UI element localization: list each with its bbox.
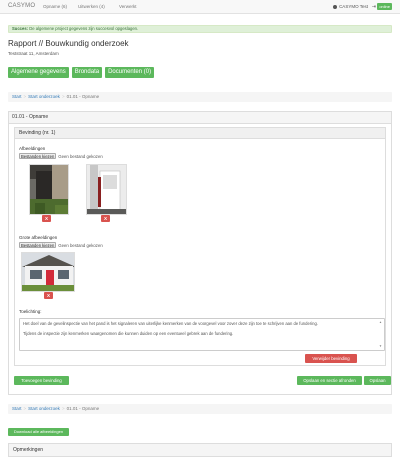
large-images-file-input[interactable]: Bestanden kiezen Geen bestand gekozen xyxy=(19,242,103,248)
remove-finding-button[interactable]: Verwijder bevinding xyxy=(305,354,357,363)
breadcrumb-start-onderzoek[interactable]: Start onderzoek xyxy=(28,406,60,411)
alert-message: De algemene project gegevens zijn succes… xyxy=(28,26,139,31)
explanation-paragraph-1: Het doel van de gevelinspectie van het p… xyxy=(23,321,318,326)
breadcrumb-start-onderzoek[interactable]: Start onderzoek xyxy=(28,94,60,99)
large-images-label: Grote afbeeldingen xyxy=(19,235,58,240)
breadcrumb-start[interactable]: Start xyxy=(12,94,22,99)
explanation-textarea[interactable]: Het doel van de gevelinspectie van het p… xyxy=(19,318,385,351)
images-label: Afbeeldingen xyxy=(19,146,46,151)
remarks-title: Opmerkingen xyxy=(13,447,44,453)
scroll-up-icon[interactable]: ▲ xyxy=(379,320,382,326)
user-menu[interactable]: CASYMO Test xyxy=(333,4,368,9)
house-photo xyxy=(22,253,74,291)
tab-brondata[interactable]: Brondata xyxy=(71,67,103,78)
breadcrumb-bottom: Start > Start onderzoek >01.01 - Opname xyxy=(8,404,392,414)
nav-link-uitwerken[interactable]: Uitwerken (4) xyxy=(78,4,105,9)
breadcrumb-current: 01.01 - Opname xyxy=(66,406,100,411)
breadcrumb: Start > Start onderzoek >01.01 - Opname xyxy=(8,92,392,102)
explanation-label: Toelichting: xyxy=(19,309,42,314)
top-navbar: CASYMO Opname (6) Uitwerken (4) Verwerkt… xyxy=(0,0,400,14)
project-address: Teststraat 11, Amsterdam xyxy=(8,51,59,56)
breadcrumb-start[interactable]: Start xyxy=(12,406,22,411)
save-and-finish-button[interactable]: Opslaan en sectie afronden xyxy=(297,376,362,385)
explanation-paragraph-2: Tijdens de inspectie zijn kenmerken waar… xyxy=(23,330,234,336)
large-images-no-file: Geen bestand gekozen xyxy=(58,242,103,248)
add-finding-button[interactable]: Toevoegen bevinding xyxy=(14,376,69,385)
large-images-choose-button[interactable]: Bestanden kiezen xyxy=(19,242,57,248)
breadcrumb-current: 01.01 - Opname xyxy=(66,94,100,99)
image-thumbnail[interactable] xyxy=(29,164,69,215)
delete-image-button[interactable]: X xyxy=(42,215,51,222)
tab-algemene-gegevens[interactable]: Algemene gegevens xyxy=(8,67,69,78)
page-title: Rapport // Bouwkundig onderzoek xyxy=(8,39,129,48)
report-tabs: Algemene gegevens Brondata Documenten (0… xyxy=(8,67,155,78)
status-badge: online xyxy=(377,3,392,10)
door-photo xyxy=(87,165,126,214)
section-title: 01.01 - Opname xyxy=(8,111,392,123)
save-button[interactable]: Opslaan xyxy=(364,376,391,385)
scroll-down-icon[interactable]: ▼ xyxy=(379,344,382,350)
user-icon xyxy=(333,4,338,9)
logout-icon[interactable]: ⇥ xyxy=(372,4,376,10)
image-thumbnail[interactable] xyxy=(86,164,127,215)
delete-image-button[interactable]: X xyxy=(101,215,110,222)
nav-link-opname[interactable]: Opname (6) xyxy=(43,4,67,9)
success-alert: Succes: De algemene project gegevens zij… xyxy=(8,25,392,33)
nav-link-verwerkt[interactable]: Verwerkt xyxy=(119,4,137,9)
finding-title: Bevinding (nr. 1) xyxy=(15,128,385,139)
download-all-images-button[interactable]: Download alle afbeeldingen xyxy=(8,428,69,436)
alert-strong: Succes: xyxy=(12,26,29,31)
images-no-file: Geen bestand gekozen xyxy=(58,153,103,159)
user-name: CASYMO Test xyxy=(339,4,368,9)
large-image-thumbnail[interactable] xyxy=(21,252,75,292)
brand-logo[interactable]: CASYMO xyxy=(8,3,35,9)
delete-large-image-button[interactable]: X xyxy=(44,292,53,299)
images-choose-button[interactable]: Bestanden kiezen xyxy=(19,153,57,159)
wall-photo xyxy=(30,165,68,214)
tab-documenten[interactable]: Documenten (0) xyxy=(105,67,155,78)
remarks-panel[interactable]: Opmerkingen xyxy=(8,443,392,457)
images-file-input[interactable]: Bestanden kiezen Geen bestand gekozen xyxy=(19,153,103,159)
